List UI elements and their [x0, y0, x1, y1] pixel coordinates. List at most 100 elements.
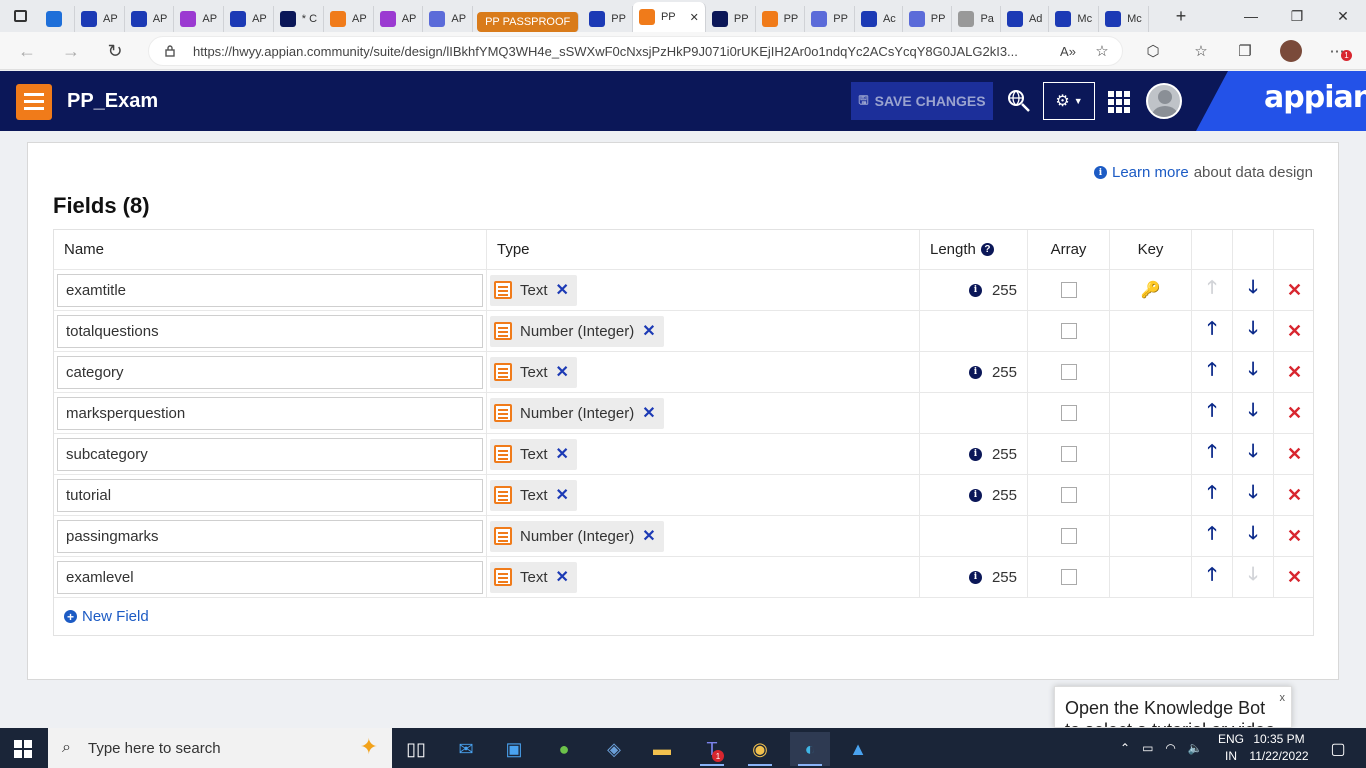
arrow-up-icon[interactable]: 🡑	[1207, 357, 1216, 387]
arrow-up-icon[interactable]: 🡑	[1207, 398, 1216, 428]
close-tab-icon[interactable]: ✕	[690, 11, 699, 24]
minimize-button[interactable]: —	[1228, 0, 1274, 32]
field-name-input[interactable]	[57, 560, 483, 594]
mail-icon[interactable]: ✉	[446, 732, 486, 766]
browser-tab[interactable]: PP	[756, 6, 806, 32]
arrow-up-icon[interactable]: 🡑	[1207, 480, 1216, 510]
info-icon[interactable]: i	[968, 283, 982, 297]
type-picker-chip[interactable]: Number (Integer) ✕	[490, 397, 664, 429]
browser-tab[interactable]	[40, 6, 75, 32]
add-favorite-icon[interactable]: ☆	[1091, 40, 1113, 62]
volume-icon[interactable]: 🔈	[1188, 741, 1203, 755]
windows-start-icon[interactable]	[14, 740, 32, 758]
type-picker-chip[interactable]: Number (Integer) ✕	[490, 315, 664, 347]
store-icon[interactable]: ▣	[494, 732, 534, 766]
arrow-down-icon[interactable]: 🡓	[1248, 521, 1257, 551]
remove-type-icon[interactable]: ✕	[556, 485, 569, 505]
array-checkbox[interactable]	[1060, 528, 1077, 544]
tab-group-label[interactable]: PP PASSPROOF	[477, 12, 580, 32]
help-icon[interactable]: ?	[980, 243, 994, 256]
browser-tab[interactable]: AP	[224, 6, 274, 32]
learn-more-link[interactable]: Learn more	[1112, 164, 1189, 181]
close-window-button[interactable]: ✕	[1320, 0, 1366, 32]
info-icon[interactable]: i	[968, 488, 982, 502]
array-checkbox[interactable]	[1060, 282, 1077, 298]
array-checkbox[interactable]	[1060, 446, 1077, 462]
browser-tab[interactable]: * C	[274, 6, 325, 32]
browser-tab[interactable]: AP	[423, 6, 474, 32]
arrow-down-icon[interactable]: 🡓	[1248, 439, 1257, 469]
more-menu-icon[interactable]: ⋯ 1	[1326, 40, 1352, 62]
browser-tab[interactable]: AP	[174, 6, 225, 32]
sql-server-icon[interactable]: ◈	[594, 732, 634, 766]
notifications-icon[interactable]: ▢	[1318, 732, 1358, 766]
field-name-input[interactable]	[57, 314, 483, 348]
remove-type-icon[interactable]: ✕	[556, 362, 569, 382]
browser-tab[interactable]: PP	[583, 6, 633, 32]
remove-type-icon[interactable]: ✕	[556, 444, 569, 464]
restore-button[interactable]: ❐	[1274, 0, 1320, 32]
taskbar-search-input[interactable]: ⌕ Type here to search ✦	[48, 728, 392, 768]
info-icon[interactable]: i	[968, 447, 982, 461]
array-checkbox[interactable]	[1060, 487, 1077, 503]
new-field-link[interactable]: + New Field	[54, 598, 1313, 635]
remove-type-icon[interactable]: ✕	[556, 280, 569, 300]
array-checkbox[interactable]	[1060, 323, 1077, 339]
browser-tab[interactable]: PP	[903, 6, 953, 32]
field-name-input[interactable]	[57, 478, 483, 512]
type-picker-chip[interactable]: Text ✕	[490, 438, 577, 470]
chevron-up-icon[interactable]: ⌃	[1120, 741, 1130, 755]
arrow-down-icon[interactable]: 🡓	[1248, 357, 1257, 387]
arrow-up-icon[interactable]: 🡑	[1207, 439, 1216, 469]
arrow-up-icon[interactable]: 🡑	[1207, 275, 1216, 305]
arrow-down-icon[interactable]: 🡓	[1248, 398, 1257, 428]
browser-tab[interactable]: AP	[75, 6, 125, 32]
key-icon[interactable]: 🔑	[1141, 280, 1161, 300]
remove-type-icon[interactable]: ✕	[642, 526, 655, 546]
browser-tab[interactable]: PP ✕	[632, 2, 706, 32]
settings-menu-button[interactable]: ⚙ ▼	[1043, 82, 1095, 120]
delete-icon[interactable]: ✕	[1287, 321, 1302, 342]
delete-icon[interactable]: ✕	[1287, 526, 1302, 547]
field-name-input[interactable]	[57, 355, 483, 389]
type-picker-chip[interactable]: Text ✕	[490, 479, 577, 511]
battery-icon[interactable]: ▭	[1142, 741, 1153, 755]
delete-icon[interactable]: ✕	[1287, 485, 1302, 506]
field-name-input[interactable]	[57, 519, 483, 553]
dependents-search-icon[interactable]	[1007, 89, 1031, 119]
back-icon[interactable]: ←	[14, 39, 40, 63]
task-view-icon[interactable]: ▯▯	[396, 732, 436, 766]
remove-type-icon[interactable]: ✕	[556, 567, 569, 587]
arrow-up-icon[interactable]: 🡑	[1207, 562, 1216, 592]
photos-icon[interactable]: ▲	[838, 732, 878, 766]
browser-tab[interactable]: AP	[125, 6, 175, 32]
remove-type-icon[interactable]: ✕	[642, 403, 655, 423]
browser-tab[interactable]: Ad	[1001, 6, 1050, 32]
arrow-up-icon[interactable]: 🡑	[1207, 316, 1216, 346]
array-checkbox[interactable]	[1060, 569, 1077, 585]
array-checkbox[interactable]	[1060, 405, 1077, 421]
browser-tab[interactable]: Mc	[1099, 6, 1149, 32]
extensions-icon[interactable]: ⬡	[1142, 40, 1164, 62]
user-avatar[interactable]	[1146, 83, 1182, 119]
field-name-input[interactable]	[57, 437, 483, 471]
refresh-icon[interactable]: ↻	[102, 39, 128, 63]
delete-icon[interactable]: ✕	[1287, 567, 1302, 588]
arrow-down-icon[interactable]: 🡓	[1248, 562, 1257, 592]
profile-avatar[interactable]	[1280, 40, 1302, 62]
knowledge-bot-popup[interactable]: x Open the Knowledge Bot to select a tut…	[1054, 686, 1292, 728]
close-icon[interactable]: x	[1280, 687, 1286, 709]
arrow-down-icon[interactable]: 🡓	[1248, 480, 1257, 510]
forward-icon[interactable]: →	[58, 39, 84, 63]
edge-icon[interactable]: ◐	[790, 732, 830, 766]
spring-tool-icon[interactable]: ●	[544, 732, 584, 766]
type-picker-chip[interactable]: Text ✕	[490, 561, 577, 593]
teams-icon[interactable]: T1	[692, 732, 732, 766]
delete-icon[interactable]: ✕	[1287, 403, 1302, 424]
info-icon[interactable]: i	[968, 365, 982, 379]
browser-tab[interactable]: PP	[805, 6, 855, 32]
delete-icon[interactable]: ✕	[1287, 444, 1302, 465]
clock[interactable]: 10:35 PM 11/22/2022	[1246, 731, 1312, 765]
tab-actions-icon[interactable]	[0, 0, 40, 32]
collections-icon[interactable]: ❐	[1234, 40, 1256, 62]
